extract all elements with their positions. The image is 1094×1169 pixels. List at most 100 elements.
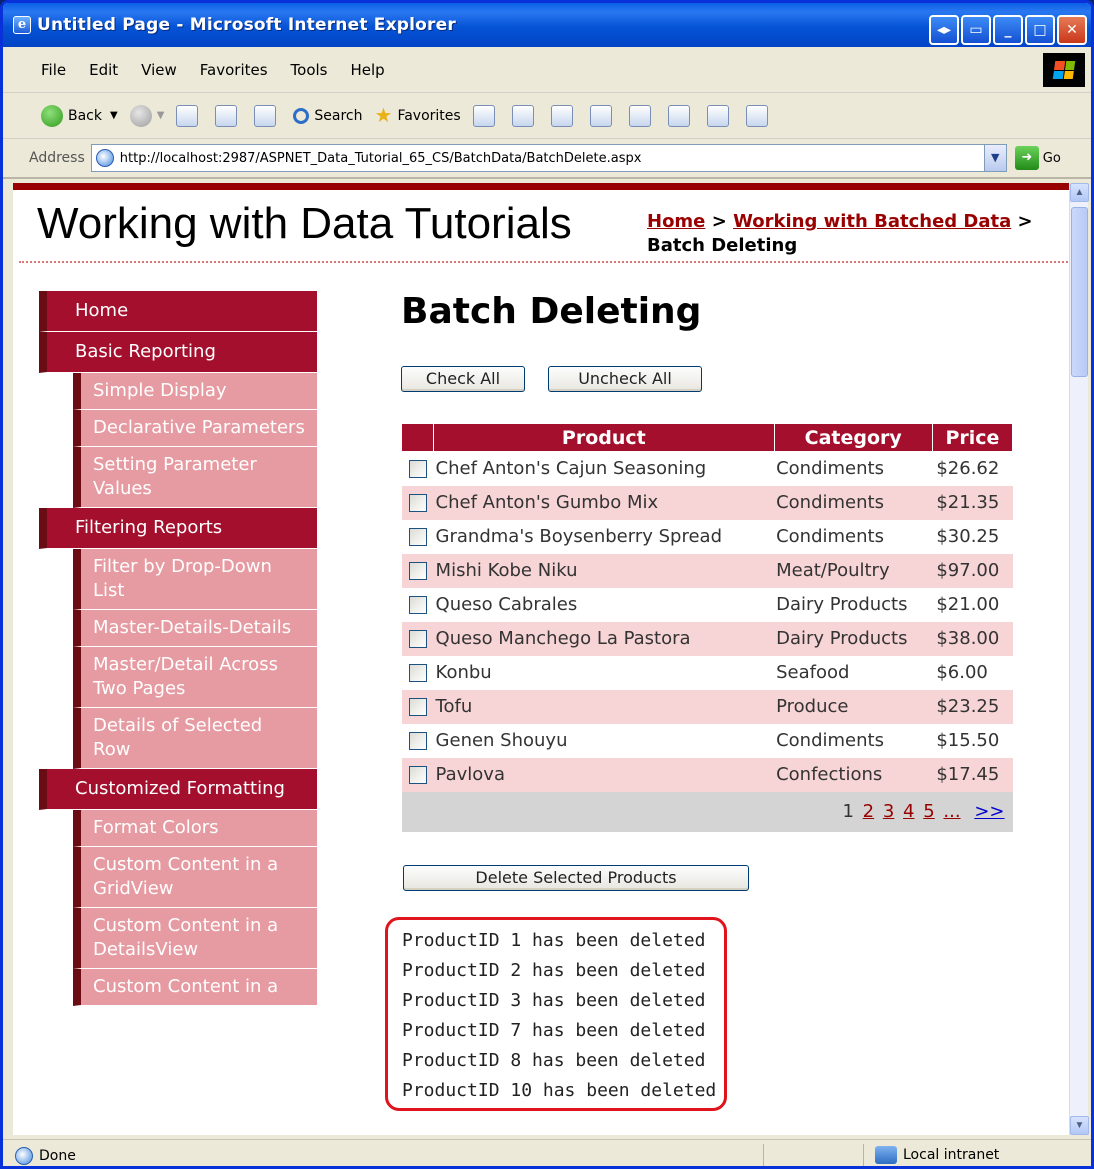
row-checkbox[interactable] [408, 630, 427, 648]
status-text: Done [39, 1148, 76, 1164]
menu-filtering-reports[interactable]: Filtering Reports [39, 508, 317, 549]
tools-button[interactable] [745, 104, 773, 127]
row-checkbox[interactable] [408, 766, 427, 784]
menu-custom-content-detailsview[interactable]: Custom Content in a DetailsView [73, 908, 317, 969]
refresh-button[interactable] [215, 104, 242, 127]
menu-customized-formatting[interactable]: Customized Formatting [39, 769, 317, 810]
go-button[interactable]: ➜ Go [1014, 146, 1061, 170]
row-checkbox[interactable] [408, 596, 427, 614]
menu-edit[interactable]: Edit [89, 61, 118, 79]
message-line: ProductID 8 has been deleted [402, 1050, 706, 1071]
cell-product: Chef Anton's Gumbo Mix [433, 485, 775, 520]
research-button[interactable] [667, 104, 695, 127]
menu-declarative-parameters[interactable]: Declarative Parameters [73, 410, 317, 447]
header-price: Price [931, 423, 1014, 452]
menu-setting-parameter-values[interactable]: Setting Parameter Values [73, 447, 317, 508]
forward-dropdown-icon: ▼ [156, 110, 165, 121]
note-icon [628, 104, 651, 127]
check-all-button[interactable]: Check All [401, 366, 525, 392]
page-title: Batch Deleting [401, 291, 702, 332]
address-label: Address [29, 150, 85, 166]
page-icon [95, 149, 114, 167]
favorites-button[interactable]: ★ Favorites [375, 105, 461, 127]
scroll-down-icon[interactable]: ▼ [1070, 1116, 1089, 1135]
delete-selected-button[interactable]: Delete Selected Products [403, 865, 749, 891]
cell-price: $38.00 [932, 621, 1013, 656]
menu-tools[interactable]: Tools [291, 61, 328, 79]
table-row: Mishi Kobe Niku Meat/Poultry $97.00 [401, 553, 1013, 588]
close-icon[interactable]: ✕ [1057, 15, 1087, 45]
standard-toolbar: Back ▼ ▼ Search ★ Favorites [3, 93, 1091, 139]
menu-view[interactable]: View [141, 61, 177, 79]
back-label: Back [68, 107, 102, 124]
print-button[interactable] [550, 104, 578, 127]
pager-next-link[interactable]: >> [974, 801, 1004, 822]
cell-category: Produce [774, 689, 933, 724]
menu-custom-content-partial[interactable]: Custom Content in a [73, 969, 317, 1006]
page-done-icon [15, 1147, 33, 1165]
scrollbar-thumb[interactable] [1071, 207, 1088, 377]
message-line: ProductID 10 has been deleted [402, 1080, 717, 1101]
messenger-button[interactable] [706, 104, 734, 127]
menu-file[interactable]: File [41, 61, 66, 79]
menu-help[interactable]: Help [351, 61, 385, 79]
home-icon [254, 104, 277, 127]
stop-button[interactable] [176, 104, 203, 127]
table-row: Chef Anton's Gumbo Mix Condiments $21.35 [401, 485, 1013, 520]
home-button[interactable] [254, 104, 281, 127]
vertical-scrollbar[interactable]: ▲ ▼ [1069, 183, 1089, 1135]
pager-link-2[interactable]: 2 [863, 801, 874, 822]
row-checkbox[interactable] [408, 664, 427, 682]
pager-link-4[interactable]: 4 [903, 801, 914, 822]
back-dropdown-icon[interactable]: ▼ [110, 110, 118, 121]
minimize-icon[interactable]: _ [993, 15, 1023, 45]
breadcrumb: Home > Working with Batched Data > Batch… [647, 210, 1033, 258]
menu-master-details-details[interactable]: Master-Details-Details [73, 610, 317, 647]
extra-window-icon[interactable]: ◂▸ [929, 15, 959, 45]
edit-button[interactable] [589, 104, 617, 127]
address-url[interactable]: http://localhost:2987/ASPNET_Data_Tutori… [120, 151, 642, 166]
extra-window-icon-2[interactable]: ▭ [961, 15, 991, 45]
pager-link-5[interactable]: 5 [923, 801, 934, 822]
row-checkbox[interactable] [408, 698, 427, 716]
menu-format-colors[interactable]: Format Colors [73, 810, 317, 847]
back-button[interactable]: Back ▼ [41, 104, 118, 127]
word-icon [589, 104, 612, 127]
address-dropdown-icon[interactable]: ▼ [983, 145, 1006, 171]
row-checkbox[interactable] [408, 494, 427, 512]
uncheck-all-button[interactable]: Uncheck All [548, 366, 702, 392]
maximize-icon[interactable]: □ [1025, 15, 1055, 45]
cell-product: Grandma's Boysenberry Spread [435, 526, 722, 547]
pager-link-3[interactable]: 3 [883, 801, 894, 822]
row-checkbox[interactable] [408, 732, 427, 750]
breadcrumb-section-link[interactable]: Working with Batched Data [733, 211, 1011, 232]
cell-price: $15.50 [936, 730, 1000, 751]
search-button[interactable]: Search [293, 107, 363, 124]
cell-price: $26.62 [936, 458, 1000, 480]
menu-favorites[interactable]: Favorites [200, 61, 268, 79]
scroll-up-icon[interactable]: ▲ [1070, 183, 1089, 202]
row-checkbox[interactable] [408, 528, 427, 546]
cell-product: Chef Anton's Cajun Seasoning [435, 458, 707, 480]
menu-details-selected-row[interactable]: Details of Selected Row [73, 708, 317, 769]
breadcrumb-home-link[interactable]: Home [647, 211, 705, 232]
row-checkbox[interactable] [408, 562, 427, 580]
menu-home[interactable]: Home [39, 291, 317, 332]
back-arrow-icon [41, 104, 63, 127]
forward-button[interactable]: ▼ [129, 104, 165, 127]
pager-link-more[interactable]: ... [943, 801, 960, 822]
menu-filter-by-dropdown[interactable]: Filter by Drop-Down List [73, 549, 317, 610]
menu-basic-reporting[interactable]: Basic Reporting [39, 332, 317, 373]
header-divider [19, 261, 1071, 263]
menu-simple-display[interactable]: Simple Display [73, 373, 317, 410]
cell-price: $17.45 [932, 757, 1013, 792]
cell-category: Confections [774, 757, 933, 792]
row-checkbox[interactable] [408, 460, 427, 479]
mail-button[interactable] [511, 104, 539, 127]
table-row: Grandma's Boysenberry Spread Condiments … [402, 520, 1013, 554]
discuss-button[interactable] [628, 104, 656, 127]
media-button[interactable] [472, 104, 500, 127]
menu-custom-content-gridview[interactable]: Custom Content in a GridView [73, 847, 317, 908]
address-input[interactable]: http://localhost:2987/ASPNET_Data_Tutori… [90, 144, 1007, 172]
menu-master-detail-two-pages[interactable]: Master/Detail Across Two Pages [73, 647, 317, 708]
